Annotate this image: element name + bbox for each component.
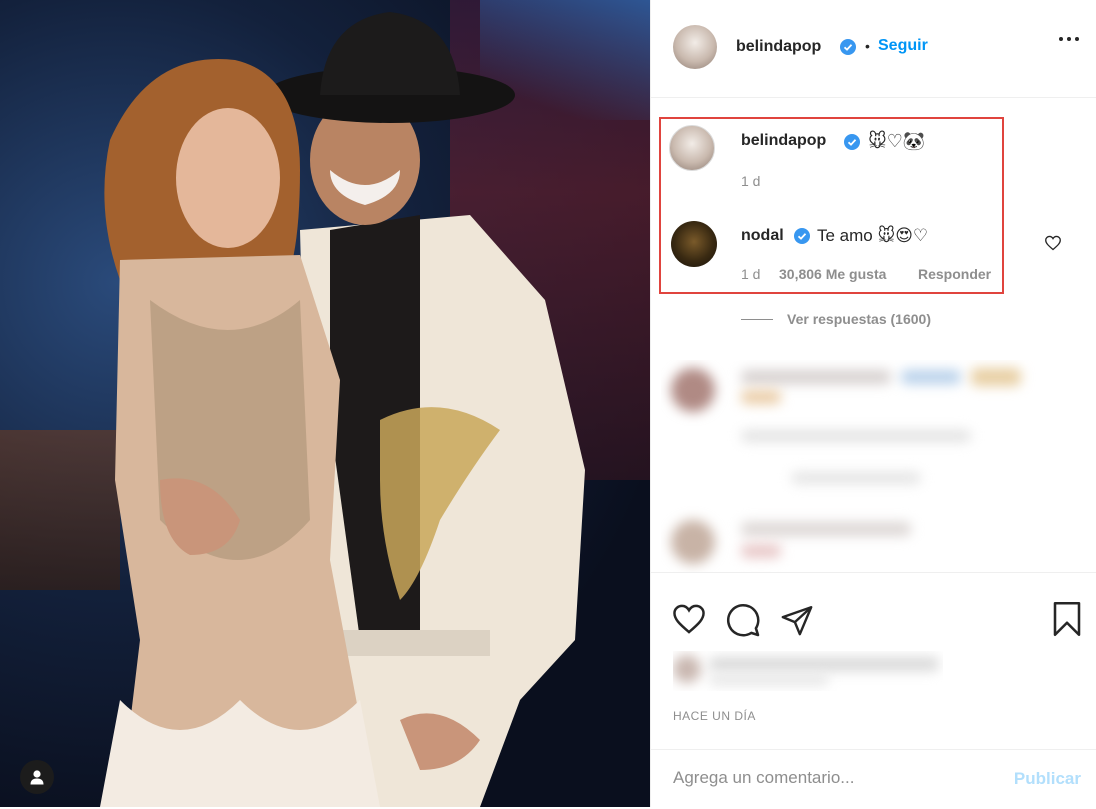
- avatar[interactable]: [669, 125, 715, 171]
- separator-dot: •: [865, 38, 870, 54]
- caption-text: 🐭♡🐼: [868, 131, 926, 151]
- blurred-text: [741, 390, 781, 404]
- verified-badge-icon: [794, 228, 810, 244]
- blurred-text: [901, 370, 961, 384]
- share-icon[interactable]: [780, 603, 814, 637]
- avatar[interactable]: [671, 221, 717, 267]
- publish-button[interactable]: Publicar: [1014, 769, 1081, 789]
- replies-divider-line: [741, 318, 773, 320]
- blurred-avatar: [671, 368, 715, 412]
- comment-icon[interactable]: [725, 602, 761, 638]
- view-replies-button[interactable]: Ver respuestas (1600): [741, 311, 931, 327]
- verified-badge-icon: [840, 39, 856, 55]
- heart-icon[interactable]: [671, 603, 707, 635]
- comment-bar: Publicar: [651, 749, 1096, 809]
- person-icon: [30, 770, 44, 785]
- post-timestamp[interactable]: HACE UN DÍA: [673, 709, 756, 723]
- blurred-avatar: [673, 655, 701, 683]
- follow-button[interactable]: Seguir: [878, 37, 928, 55]
- caption-time[interactable]: 1 d: [741, 173, 760, 189]
- post-side-panel: belindapop • Seguir belindapop 🐭♡🐼 1 d n…: [650, 0, 1096, 807]
- photo-couple-illustration: [100, 12, 585, 807]
- comment-input[interactable]: [673, 764, 993, 792]
- avatar[interactable]: [673, 25, 717, 69]
- post-header: belindapop • Seguir: [651, 0, 1096, 98]
- comment-likes[interactable]: 30,806 Me gusta: [779, 266, 886, 282]
- blurred-comments: [661, 360, 1096, 572]
- reply-button[interactable]: Responder: [918, 266, 991, 282]
- blurred-text: [741, 544, 781, 558]
- blurred-avatar: [671, 520, 715, 564]
- caption-username[interactable]: belindapop: [741, 132, 826, 150]
- post-actions: HACE UN DÍA Publicar: [651, 572, 1096, 808]
- blurred-likes: [673, 651, 943, 691]
- blurred-text: [971, 368, 1021, 386]
- blurred-text: [741, 522, 911, 536]
- heart-icon[interactable]: [1044, 235, 1062, 251]
- view-replies-label: Ver respuestas (1600): [787, 311, 931, 327]
- blurred-text: [741, 430, 971, 442]
- blurred-text: [709, 675, 829, 685]
- verified-badge-icon: [844, 134, 860, 150]
- header-username[interactable]: belindapop: [736, 38, 821, 56]
- comment-time[interactable]: 1 d: [741, 266, 760, 282]
- blurred-text: [791, 472, 921, 484]
- more-options-icon[interactable]: [1059, 37, 1079, 41]
- user-tag-icon[interactable]: [20, 760, 54, 794]
- comment-username[interactable]: nodal: [741, 227, 784, 245]
- bookmark-icon[interactable]: [1051, 601, 1083, 637]
- post-image[interactable]: [0, 0, 650, 807]
- blurred-text: [709, 657, 939, 671]
- comment-text: Te amo 🐭😍♡: [817, 226, 929, 245]
- blurred-text: [741, 370, 891, 384]
